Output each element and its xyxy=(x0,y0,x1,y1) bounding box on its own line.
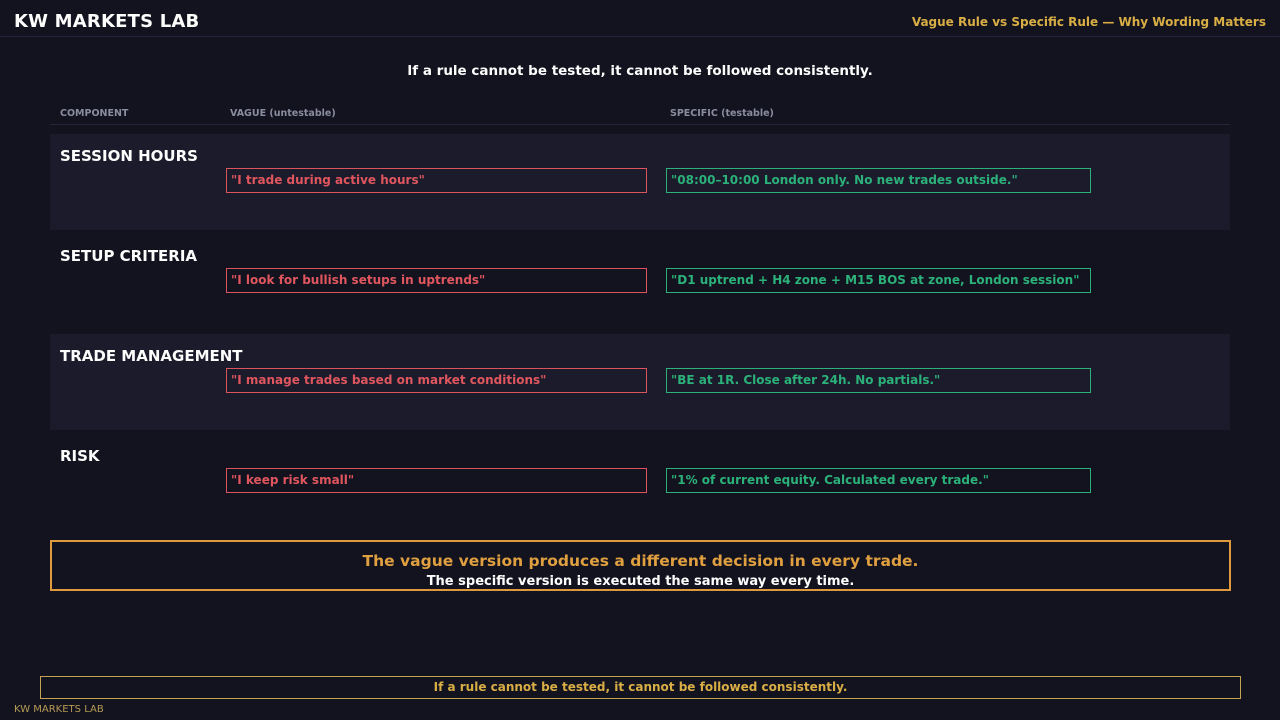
header-divider xyxy=(0,36,1280,37)
column-header-vague: VAGUE (untestable) xyxy=(230,108,336,119)
row-label: TRADE MANAGEMENT xyxy=(60,347,243,365)
row-label: RISK xyxy=(60,447,100,465)
column-header-specific: SPECIFIC (testable) xyxy=(670,108,774,119)
rule-row-trade-management: TRADE MANAGEMENT "I manage trades based … xyxy=(50,334,1230,430)
callout-sub-text: The specific version is executed the sam… xyxy=(426,574,855,589)
vague-rule-box: "I look for bullish setups in uptrends" xyxy=(226,268,647,293)
rule-row-setup-criteria: SETUP CRITERIA "I look for bullish setup… xyxy=(50,234,1230,330)
header-subtitle: Vague Rule vs Specific Rule — Why Wordin… xyxy=(911,15,1266,29)
footer-brand: KW MARKETS LAB xyxy=(14,704,104,715)
specific-rule-box: "BE at 1R. Close after 24h. No partials.… xyxy=(666,368,1091,393)
brand-title: KW MARKETS LAB xyxy=(14,11,200,32)
row-label: SESSION HOURS xyxy=(60,147,198,165)
column-header-component: COMPONENT xyxy=(60,108,129,119)
callout-main-text: The vague version produces a different d… xyxy=(362,552,919,570)
conclusion-callout: The vague version produces a different d… xyxy=(50,540,1231,591)
column-header-divider xyxy=(50,124,1230,125)
footer-statement: If a rule cannot be tested, it cannot be… xyxy=(40,676,1241,699)
row-label: SETUP CRITERIA xyxy=(60,247,198,265)
specific-rule-box: "1% of current equity. Calculated every … xyxy=(666,468,1091,493)
vague-rule-box: "I manage trades based on market conditi… xyxy=(226,368,647,393)
vague-rule-box: "I trade during active hours" xyxy=(226,168,647,193)
rule-row-session-hours: SESSION HOURS "I trade during active hou… xyxy=(50,134,1230,230)
specific-rule-box: "08:00–10:00 London only. No new trades … xyxy=(666,168,1091,193)
top-statement: If a rule cannot be tested, it cannot be… xyxy=(407,63,873,79)
rule-row-risk: RISK "I keep risk small" "1% of current … xyxy=(50,434,1230,530)
vague-rule-box: "I keep risk small" xyxy=(226,468,647,493)
specific-rule-box: "D1 uptrend + H4 zone + M15 BOS at zone,… xyxy=(666,268,1091,293)
